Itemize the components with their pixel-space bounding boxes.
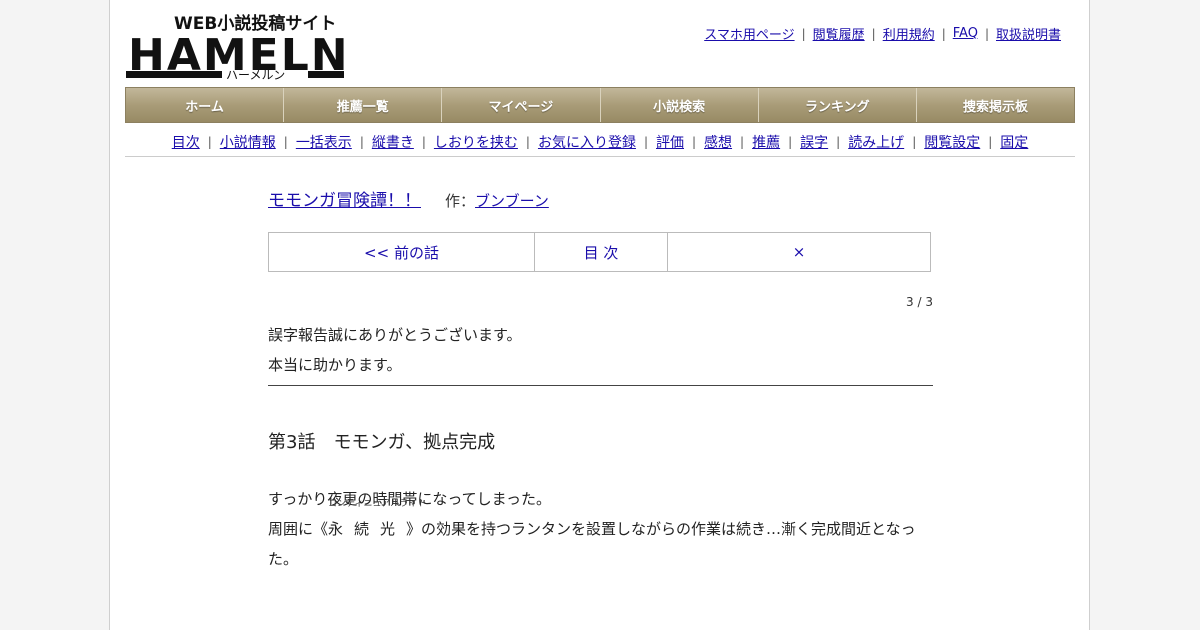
sub-nav-vertical[interactable]: 縦書き [372, 132, 414, 152]
sub-nav-show-all[interactable]: 一括表示 [296, 132, 352, 152]
page-count: 3 / 3 [906, 295, 933, 309]
prev-chapter-link[interactable]: << 前の話 [269, 233, 535, 271]
sub-nav-read-aloud[interactable]: 読み上げ [848, 132, 904, 152]
site-logo[interactable]: WEB小説投稿サイト HAMELN ハーメルン [126, 10, 348, 82]
preface-line: 本当に助かります。 [268, 356, 402, 374]
main-nav-search-board[interactable]: 捜索掲示板 [916, 88, 1075, 122]
chapter-nav: << 前の話 目 次 × [268, 232, 931, 272]
main-nav-mypage[interactable]: マイページ [442, 88, 601, 122]
body-paragraph: 周囲に《 コンティニュアルライト 永続光》の効果を持つランタンを設置しながらの作業は… [268, 499, 916, 568]
sub-nav-typo[interactable]: 誤字 [800, 132, 828, 152]
main-nav-home[interactable]: ホーム [126, 88, 285, 122]
svg-text:ハーメルン: ハーメルン [226, 68, 285, 80]
sub-nav-pin[interactable]: 固定 [1000, 132, 1028, 152]
top-link-terms[interactable]: 利用規約 [883, 24, 935, 43]
author-prefix: 作： [445, 192, 476, 210]
sub-nav-view-settings[interactable]: 閲覧設定 [924, 132, 980, 152]
sub-nav-recommend[interactable]: 推薦 [752, 132, 780, 152]
sub-nav-bookmark[interactable]: しおりを挟む [434, 132, 518, 152]
ruby-annotation: コンティニュアルライト [328, 499, 427, 509]
main-nav-ranking[interactable]: ランキング [758, 88, 917, 122]
top-link-faq[interactable]: FAQ [953, 26, 978, 41]
novel-title-link[interactable]: モモンガ冒険譚！！ [268, 186, 421, 211]
chapter-title: 第3話 モモンガ、拠点完成 [268, 432, 496, 453]
top-link-history[interactable]: 閲覧履歴 [813, 24, 865, 43]
main-nav-novel-search[interactable]: 小説検索 [600, 88, 759, 122]
sub-nav-rating[interactable]: 評価 [656, 132, 684, 152]
toc-link[interactable]: 目 次 [535, 233, 668, 271]
preface-line: 誤字報告誠にありがとうございます。 [268, 326, 522, 344]
main-nav-recommend-list[interactable]: 推薦一覧 [284, 88, 443, 122]
ruby-word: コンティニュアルライト 永続光 [328, 499, 427, 538]
sub-nav-novel-info[interactable]: 小説情報 [220, 132, 276, 152]
novel-header: モモンガ冒険譚！！ 作： ブンブーン [268, 186, 549, 211]
sub-nav: 目次 | 小説情報 | 一括表示 | 縦書き | しおりを挟む | お気に入り登… [125, 128, 1075, 157]
sub-nav-review[interactable]: 感想 [704, 132, 732, 152]
top-links: スマホ用ページ | 閲覧履歴 | 利用規約 | FAQ | 取扱説明書 [704, 24, 1061, 43]
sub-nav-favorite[interactable]: お気に入り登録 [538, 132, 636, 152]
preface: 誤字報告誠にありがとうございます。 本当に助かります。 [268, 320, 933, 380]
author-link[interactable]: ブンブーン [475, 190, 549, 211]
chapter-body: すっかり夜更の時間帯になってしまった。 周囲に《 コンティニュアルライト 永続光》の… [268, 484, 933, 574]
preface-divider [268, 385, 933, 386]
next-chapter-link[interactable]: × [668, 233, 930, 271]
hameln-logo-icon: WEB小説投稿サイト HAMELN ハーメルン [126, 13, 348, 82]
main-nav: ホーム 推薦一覧 マイページ 小説検索 ランキング 捜索掲示板 [125, 87, 1075, 123]
top-link-manual[interactable]: 取扱説明書 [996, 24, 1061, 43]
top-link-smartphone[interactable]: スマホ用ページ [704, 24, 794, 43]
page-container: WEB小説投稿サイト HAMELN ハーメルン スマホ用ページ | 閲覧履歴 |… [109, 0, 1090, 630]
sub-nav-toc[interactable]: 目次 [172, 132, 200, 152]
